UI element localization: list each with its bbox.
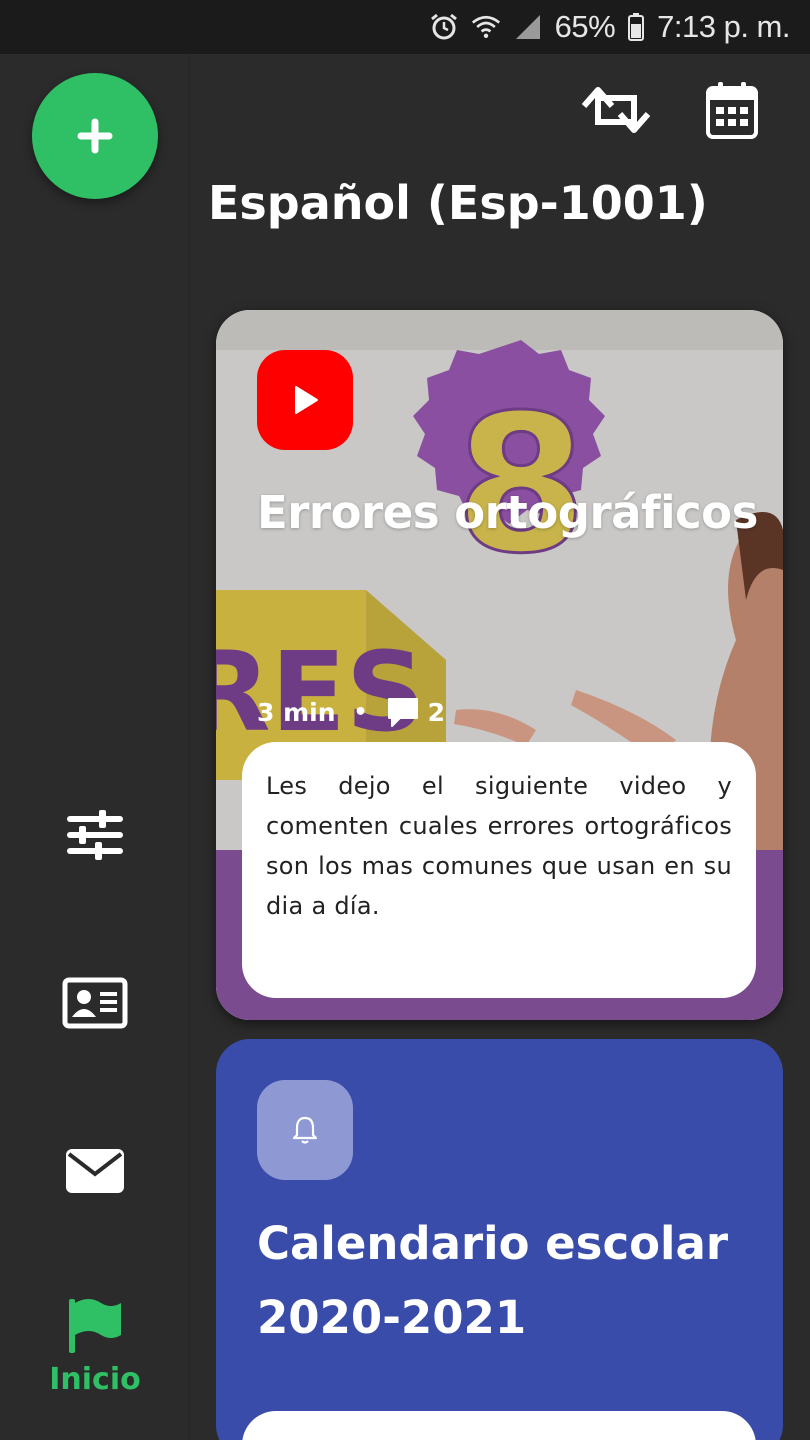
flag-icon xyxy=(69,1299,121,1353)
sidebar-item-filters[interactable] xyxy=(55,800,135,870)
main-content: Español (Esp-1001) 8 RES Errores ortográ… xyxy=(190,54,810,1440)
swap-icon xyxy=(581,87,651,133)
bell-icon xyxy=(292,1116,318,1144)
sidebar-item-inicio[interactable] xyxy=(55,1290,135,1360)
post-title[interactable]: Errores ortográficos xyxy=(257,486,777,539)
meta-separator: • xyxy=(353,699,368,725)
notice-title[interactable]: Calendario escolar 2020-2021 xyxy=(257,1207,767,1355)
calendar-icon xyxy=(706,82,758,139)
notice-preview-box xyxy=(242,1411,756,1440)
status-bar: 65% 7:13 p. m. xyxy=(0,0,810,54)
youtube-play-icon xyxy=(295,386,318,414)
alarm-icon xyxy=(429,12,459,42)
comments-number: 2 xyxy=(427,697,445,727)
sidebar-item-contacts[interactable] xyxy=(55,968,135,1038)
svg-text:RES: RES xyxy=(216,628,425,756)
comments-count[interactable]: 2 xyxy=(386,696,445,728)
contact-card-icon xyxy=(62,977,128,1029)
post-description-box: Les dejo el siguiente video y comenten c… xyxy=(242,742,756,998)
battery-percent: 65% xyxy=(554,9,616,44)
calendar-button[interactable] xyxy=(694,78,770,142)
youtube-badge xyxy=(257,350,353,450)
comment-icon xyxy=(387,698,418,727)
signal-icon xyxy=(513,12,543,42)
wifi-icon xyxy=(471,12,501,42)
sidebar-item-messages[interactable] xyxy=(55,1136,135,1206)
bell-badge xyxy=(257,1080,353,1180)
page-title: Español (Esp-1001) xyxy=(208,176,708,230)
duration-text: 3 min xyxy=(257,697,336,727)
post-meta: 3 min • 2 xyxy=(257,696,445,728)
mail-icon xyxy=(66,1149,124,1193)
sliders-icon xyxy=(67,810,123,860)
sidebar: Inicio xyxy=(0,54,190,1440)
clock: 7:13 p. m. xyxy=(657,9,790,44)
post-description: Les dejo el siguiente video y comenten c… xyxy=(266,772,732,920)
sidebar-item-label[interactable]: Inicio xyxy=(0,1362,190,1397)
video-post-card[interactable]: 8 RES Errores ortográficos 3 min • 2 Les… xyxy=(216,310,783,1020)
header-actions xyxy=(578,78,770,142)
notice-post-card[interactable]: Calendario escolar 2020-2021 xyxy=(216,1039,783,1440)
svg-text:8: 8 xyxy=(455,374,587,595)
switch-course-button[interactable] xyxy=(578,78,654,142)
add-button[interactable] xyxy=(32,73,158,199)
plus-icon xyxy=(77,118,113,154)
battery-icon xyxy=(627,12,645,42)
